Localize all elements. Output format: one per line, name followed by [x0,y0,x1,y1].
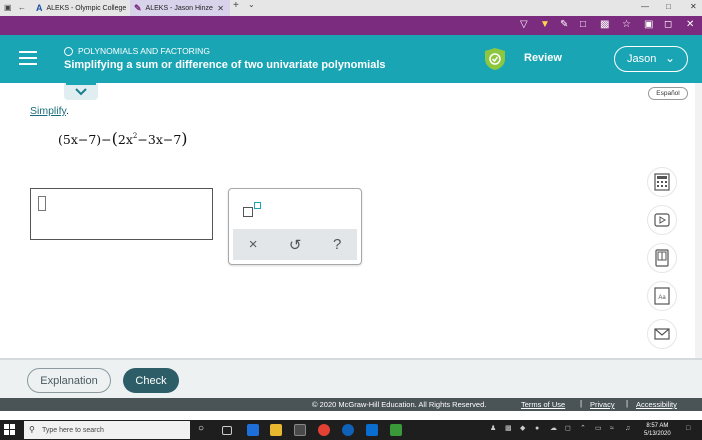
close-tab-icon[interactable]: ✕ [217,4,224,13]
scrollbar[interactable] [695,83,702,358]
menu-icon[interactable] [19,51,37,65]
exponent-button[interactable] [243,202,265,220]
check-button[interactable]: Check [123,368,179,393]
page-title: Simplifying a sum or difference of two u… [64,59,386,71]
screenshot-icon[interactable]: ▩ [600,19,609,31]
highlight-icon[interactable]: ▼ [540,19,550,31]
undo-button[interactable]: ↺ [289,236,302,254]
taskbar-clock[interactable]: 8:57 AM 5/13/2020 [644,422,671,438]
answer-input[interactable] [30,188,213,240]
action-bar: Explanation Check [0,358,702,398]
input-placeholder-box [38,196,46,211]
chat-icon[interactable]: ● [535,425,543,433]
tab-jason-hinze[interactable]: ✎ ALEKS - Jason Hinze ✕ [130,0,230,16]
task-view-icon[interactable] [222,426,232,435]
user-menu-button[interactable]: Jason ⌄ [614,46,688,72]
video-button[interactable] [647,205,677,235]
save-icon[interactable]: ▣ [644,19,653,31]
dictionary-icon: Aa [654,287,670,305]
accessibility-link[interactable]: Accessibility [636,400,677,409]
help-button[interactable]: ? [333,236,341,253]
bluetooth-icon[interactable]: ◻ [565,425,573,433]
file-explorer-icon[interactable] [270,424,282,436]
tab-olympic-college[interactable]: A ALEKS - Olympic College [32,0,130,16]
simplify-link[interactable]: Simplify [30,105,66,117]
topic-circle-icon [64,46,73,56]
ebook-button[interactable] [647,243,677,273]
back-tab-icon[interactable]: ← [18,3,26,13]
tab-label: ALEKS - Jason Hinze [145,4,213,12]
minimize-button[interactable]: — [641,2,649,11]
tab-label: ALEKS - Olympic College [46,4,127,12]
close-window-button[interactable]: ✕ [690,2,697,11]
calculator-button[interactable] [647,167,677,197]
windows-start-icon[interactable] [4,424,15,435]
browser-toolbar: ▽ ▼ ✎ □ ▩ ☆ ▣ ◻ ✕ [0,16,702,35]
search-icon: ⚲ [29,425,35,434]
svg-text:Aa: Aa [658,295,666,301]
explanation-button[interactable]: Explanation [27,368,111,393]
filter-icon[interactable]: ▽ [520,19,528,31]
taskbar-search-input[interactable]: ⚲ Type here to search [24,421,190,439]
tablet-icon [655,249,669,267]
collapse-header-tab[interactable] [64,83,98,100]
review-shield-icon[interactable] [484,47,506,71]
browser-tab-bar: ▣ ← A ALEKS - Olympic College ✎ ALEKS - … [0,0,702,16]
clear-button[interactable]: × [249,236,258,253]
share-icon[interactable]: ☆ [622,19,631,31]
notification-icon[interactable]: □ [686,425,694,433]
chrome-icon[interactable] [318,424,330,436]
app-header: POLYNOMIALS AND FACTORING Simplifying a … [0,35,702,83]
video-icon [654,213,670,227]
math-palette: × ↺ ? [228,188,362,265]
copyright-text: © 2020 McGraw-Hill Education. All Rights… [312,400,487,409]
cortana-icon[interactable]: ○ [198,423,210,435]
device-icon[interactable]: ▩ [505,425,513,433]
chevron-down-icon [75,87,87,95]
cloud-icon[interactable]: ☁ [550,425,558,433]
extensions-icon[interactable]: ◻ [664,19,672,31]
privacy-link[interactable]: Privacy [590,400,615,409]
outlook-icon[interactable] [366,424,378,436]
app-icon[interactable] [390,424,402,436]
volume-icon[interactable]: ♫ [625,425,633,433]
ie-icon[interactable] [342,424,354,436]
mail-icon [654,328,670,340]
terms-link[interactable]: Terms of Use [521,400,565,409]
store-icon[interactable] [294,424,306,436]
battery-icon[interactable]: ▭ [595,425,603,433]
palette-actions: × ↺ ? [233,229,357,260]
shield-tray-icon[interactable]: ◆ [520,425,528,433]
comment-icon[interactable]: □ [580,19,586,31]
maximize-button[interactable]: □ [666,2,671,11]
aleks-logo-icon: A [36,3,43,13]
chevron-down-icon: ⌄ [664,51,675,65]
pencil-icon: ✎ [134,2,142,13]
person-icon[interactable]: ♟ [490,425,498,433]
edge-icon[interactable] [247,424,259,436]
math-expression: (5x−7)−(2x2−3x−7) [58,129,188,148]
windows-taskbar: ⚲ Type here to search ○ ♟ ▩ ◆ ● ☁ ◻ ⌃ ▭ … [0,420,702,440]
wifi-icon[interactable]: ≈ [610,425,618,433]
instruction: Simplify. [30,105,69,117]
message-button[interactable] [647,319,677,349]
language-button[interactable]: Español [648,87,688,100]
review-link[interactable]: Review [524,52,562,64]
dictionary-button[interactable]: Aa [647,281,677,311]
tab-actions-icon[interactable]: ▣ [4,3,12,13]
footer: © 2020 McGraw-Hill Education. All Rights… [0,398,702,411]
up-arrow-icon[interactable]: ⌃ [580,425,588,433]
eraser-icon[interactable]: ✎ [560,19,568,31]
close-toolbar-icon[interactable]: ✕ [686,19,694,31]
new-tab-button[interactable]: + [233,1,239,11]
tab-dropdown-icon[interactable]: ⌄ [248,0,255,10]
calculator-icon [654,173,670,191]
topic-label: POLYNOMIALS AND FACTORING [64,46,210,56]
